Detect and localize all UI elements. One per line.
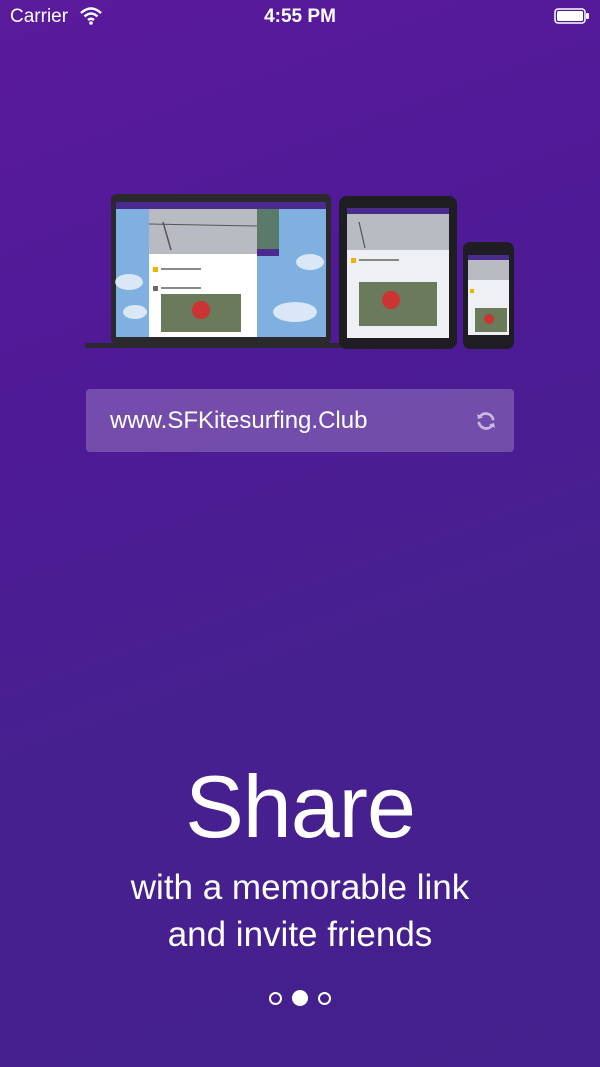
subtitle-line-2: and invite friends <box>167 915 433 954</box>
phone-icon <box>463 242 514 349</box>
subtitle-line-1: with a memorable link <box>130 868 470 907</box>
tablet-icon <box>339 196 457 349</box>
devices-illustration <box>85 194 514 349</box>
page-dot-3[interactable] <box>318 992 332 1005</box>
battery-icon <box>554 8 589 24</box>
laptop-icon <box>85 194 347 348</box>
page-indicator[interactable] <box>0 990 600 1010</box>
refresh-icon[interactable] <box>474 409 498 433</box>
status-bar: Carrier 4:55 PM <box>0 0 600 34</box>
url-bar[interactable]: www.SFKitesurfing.Club <box>86 389 514 452</box>
page-dot-2-active[interactable] <box>292 990 308 1006</box>
url-text[interactable]: www.SFKitesurfing.Club <box>110 407 367 435</box>
clock: 4:55 PM <box>264 6 336 27</box>
subtitle: with a memorable link and invite friends <box>0 864 600 958</box>
page-title: Share <box>185 757 416 856</box>
page-dot-1[interactable] <box>268 992 282 1005</box>
